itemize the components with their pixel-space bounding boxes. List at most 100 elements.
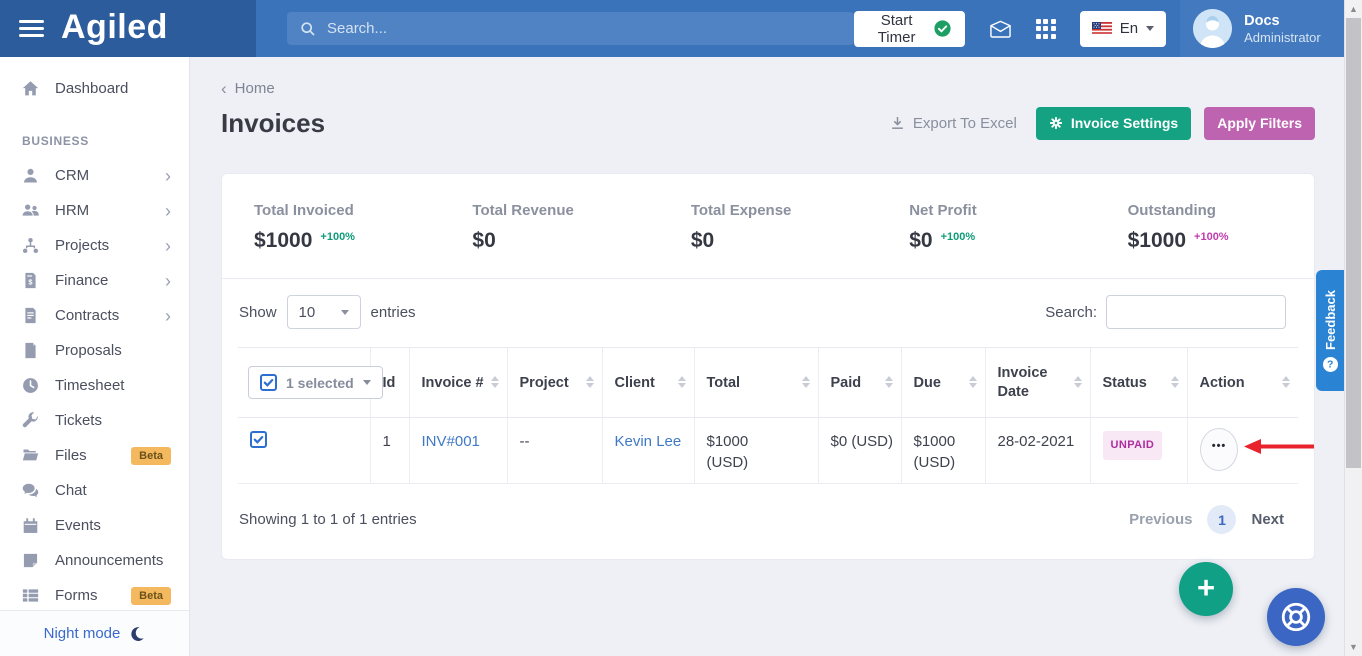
user-menu[interactable]: Docs Administrator <box>1180 0 1347 57</box>
apps-grid-icon[interactable] <box>1036 19 1056 39</box>
column-header-action[interactable]: Action <box>1187 348 1298 418</box>
column-header-paid[interactable]: Paid <box>818 348 901 418</box>
start-timer-button[interactable]: Start Timer <box>854 11 964 47</box>
page-number-button[interactable]: 1 <box>1207 505 1236 534</box>
sidebar-item-contracts[interactable]: Contracts › <box>0 298 189 333</box>
help-fab[interactable] <box>1267 588 1325 646</box>
sidebar: Dashboard BUSINESS CRM › HRM › Projects … <box>0 57 190 656</box>
sidebar-item-hrm[interactable]: HRM › <box>0 193 189 228</box>
sidebar-item-label: Finance <box>55 272 108 289</box>
list-icon <box>22 587 40 604</box>
sidebar-item-events[interactable]: Events <box>0 508 189 543</box>
sort-icon[interactable] <box>885 376 893 388</box>
column-header-client[interactable]: Client <box>602 348 694 418</box>
sidebar-item-tickets[interactable]: Tickets <box>0 403 189 438</box>
breadcrumb-home[interactable]: Home <box>235 80 275 97</box>
sidebar-item-crm[interactable]: CRM › <box>0 158 189 193</box>
table-search: Search: <box>1045 295 1286 329</box>
entries-label: entries <box>371 304 416 321</box>
page-actions: Export To Excel Invoice Settings Apply F… <box>884 107 1315 140</box>
messages-envelope-icon[interactable] <box>990 20 1011 38</box>
sort-icon[interactable] <box>802 376 810 388</box>
language-label: En <box>1120 20 1138 37</box>
stat-label: Total Revenue <box>472 202 658 219</box>
bulk-select-dropdown[interactable]: 1 selected <box>248 366 383 399</box>
table-search-input[interactable] <box>1106 295 1286 329</box>
brand-logo[interactable]: Agiled <box>0 0 256 57</box>
sort-icon[interactable] <box>678 376 686 388</box>
page-scrollbar[interactable]: ▲ ▼ <box>1344 0 1362 656</box>
next-page-button[interactable]: Next <box>1251 511 1284 528</box>
row-client-link[interactable]: Kevin Lee <box>615 433 682 450</box>
sidebar-item-label: HRM <box>55 202 89 219</box>
sort-icon[interactable] <box>1074 376 1082 388</box>
export-to-excel-button[interactable]: Export To Excel <box>884 114 1023 133</box>
sidebar-item-label: Dashboard <box>55 80 128 97</box>
select-all-checkbox[interactable] <box>260 374 277 391</box>
apply-filters-button[interactable]: Apply Filters <box>1204 107 1315 140</box>
top-navbar: Agiled Start Timer <box>0 0 1345 57</box>
page-size-select[interactable]: 10 <box>287 295 361 329</box>
sort-icon[interactable] <box>586 376 594 388</box>
column-header-id[interactable]: Id <box>370 348 409 418</box>
column-header-invoice[interactable]: Invoice # <box>409 348 507 418</box>
sidebar-item-timesheet[interactable]: Timesheet <box>0 368 189 403</box>
scroll-down-arrow[interactable]: ▼ <box>1345 639 1362 655</box>
night-mode-toggle[interactable]: Night mode <box>0 610 189 656</box>
home-icon <box>22 80 40 97</box>
calendar-icon <box>22 517 40 534</box>
sidebar-item-forms[interactable]: Forms Beta <box>0 578 189 613</box>
column-header-due[interactable]: Due <box>901 348 985 418</box>
stat-label: Total Expense <box>691 202 877 219</box>
users-icon <box>22 202 40 219</box>
language-selector[interactable]: En <box>1080 11 1166 47</box>
stat-value: $0 <box>691 230 714 252</box>
scrollbar-thumb[interactable] <box>1346 18 1361 468</box>
row-invoice-link[interactable]: INV#001 <box>422 433 480 450</box>
sidebar-item-files[interactable]: Files Beta <box>0 438 189 473</box>
sidebar-item-label: Events <box>55 517 101 534</box>
check-icon <box>263 377 274 388</box>
sort-icon[interactable] <box>969 376 977 388</box>
column-header-invoice-date[interactable]: Invoice Date <box>985 348 1090 418</box>
status-badge: UNPAID <box>1103 431 1163 460</box>
row-checkbox[interactable] <box>250 431 267 448</box>
column-header-project[interactable]: Project <box>507 348 602 418</box>
clock-icon <box>22 377 40 394</box>
invoices-table: 1 selected Id Invoice # Project Client T… <box>238 347 1298 484</box>
sidebar-item-finance[interactable]: $ Finance › <box>0 263 189 298</box>
sort-icon[interactable] <box>1282 376 1290 388</box>
user-avatar <box>1193 9 1232 48</box>
feedback-tab[interactable]: ? Feedback <box>1316 270 1345 391</box>
start-timer-label: Start Timer <box>868 12 924 46</box>
sort-icon[interactable] <box>491 376 499 388</box>
sidebar-item-announcements[interactable]: Announcements <box>0 543 189 578</box>
sidebar-item-label: CRM <box>55 167 89 184</box>
stat-label: Total Invoiced <box>254 202 440 219</box>
search-input[interactable] <box>325 19 841 38</box>
breadcrumb[interactable]: ‹ Home <box>221 81 1315 96</box>
sort-icon[interactable] <box>1171 376 1179 388</box>
sidebar-item-dashboard[interactable]: Dashboard <box>0 71 189 106</box>
sidebar-item-proposals[interactable]: Proposals <box>0 333 189 368</box>
stat-net-profit: Net Profit $0 +100% <box>877 202 1095 252</box>
user-info: Docs Administrator <box>1244 13 1321 45</box>
column-header-status[interactable]: Status <box>1090 348 1187 418</box>
pagination: Previous 1 Next <box>1129 505 1284 534</box>
invoice-settings-label: Invoice Settings <box>1071 115 1178 131</box>
row-action-button[interactable]: ••• <box>1200 428 1238 471</box>
invoice-settings-button[interactable]: Invoice Settings <box>1036 107 1191 140</box>
hamburger-menu-icon[interactable] <box>19 20 44 37</box>
column-header-total[interactable]: Total <box>694 348 818 418</box>
stat-total-invoiced: Total Invoiced $1000 +100% <box>222 202 440 252</box>
add-invoice-fab[interactable]: + <box>1179 562 1233 616</box>
column-label: Total <box>707 375 741 391</box>
stat-label: Net Profit <box>909 202 1095 219</box>
sidebar-item-chat[interactable]: Chat <box>0 473 189 508</box>
previous-page-button[interactable]: Previous <box>1129 511 1192 528</box>
scroll-up-arrow[interactable]: ▲ <box>1345 1 1362 17</box>
moon-icon <box>129 626 145 642</box>
column-label: Status <box>1103 375 1147 391</box>
table-footer: Showing 1 to 1 of 1 entries Previous 1 N… <box>222 484 1314 559</box>
sidebar-item-projects[interactable]: Projects › <box>0 228 189 263</box>
